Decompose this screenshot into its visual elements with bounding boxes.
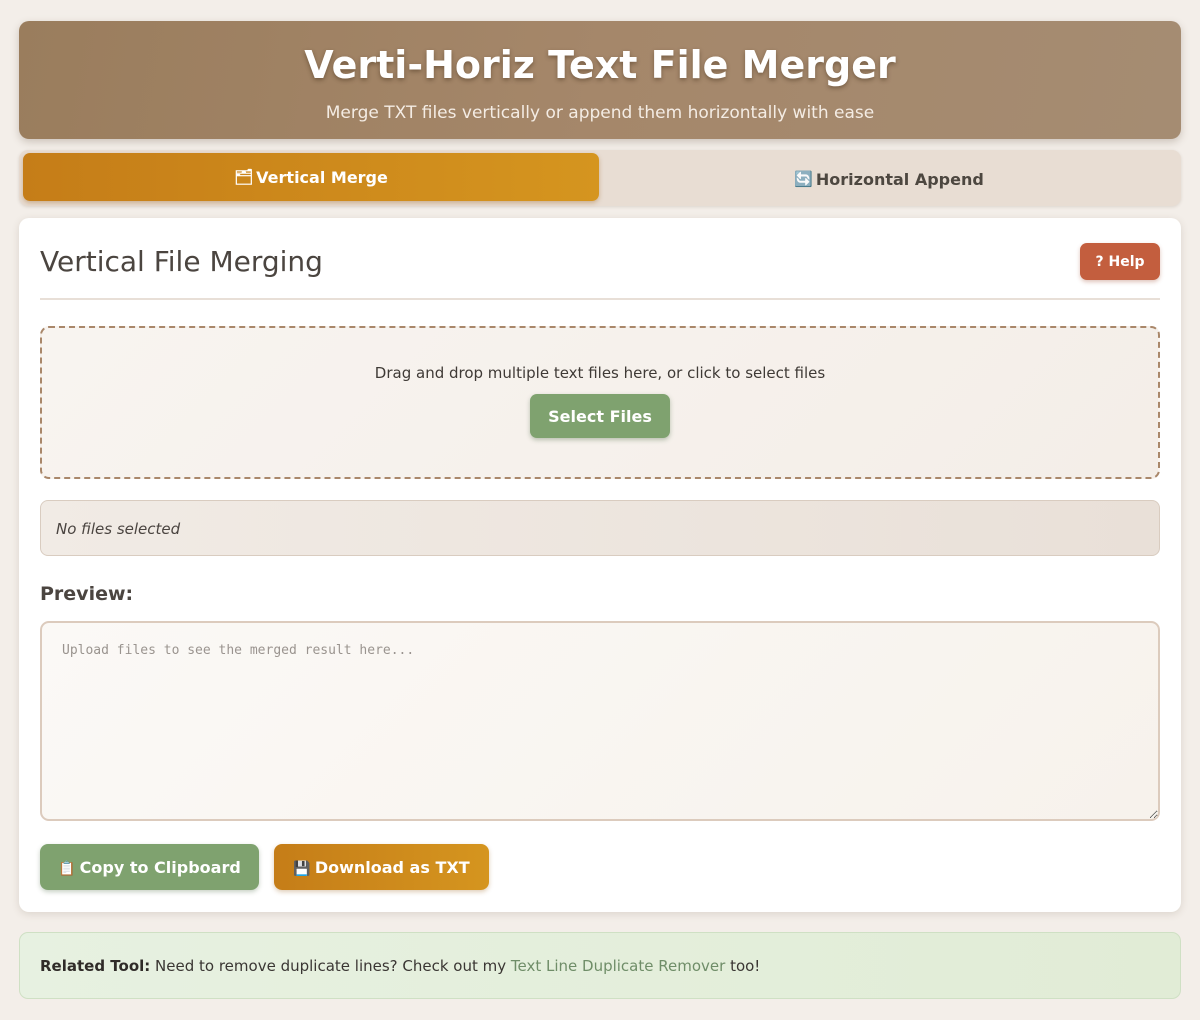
preview-label: Preview: [40, 583, 134, 605]
preview-textarea[interactable] [40, 621, 1160, 821]
tab-horizontal-append[interactable]: 🔄 Horizontal Append [601, 155, 1177, 203]
tab-horizontal-append-label: Horizontal Append [815, 169, 984, 189]
app-header: Verti-Horiz Text File Merger Merge TXT f… [19, 21, 1181, 139]
panel-title: Vertical File Merging [40, 245, 323, 278]
app-title: Verti-Horiz Text File Merger [304, 43, 896, 87]
mode-tabs: 🗂 Vertical Merge 🔄 Horizontal Append [19, 150, 1181, 206]
clipboard-icon: 📋 [58, 860, 76, 877]
related-tool-prefix: Related Tool: [40, 957, 151, 975]
app-subtitle: Merge TXT files vertically or append the… [325, 103, 875, 123]
copy-to-clipboard-button[interactable]: 📋 Copy to Clipboard [40, 844, 259, 890]
floppy-disk-icon: 💾 [293, 860, 311, 877]
dropzone-instructions: Drag and drop multiple text files here, … [374, 364, 826, 382]
selected-files-list: No files selected [40, 500, 1160, 556]
related-tool-text: Related Tool: Need to remove duplicate l… [40, 957, 760, 975]
download-button-label: Download as TXT [314, 857, 470, 877]
related-tool-text-before: Need to remove duplicate lines? Check ou… [150, 957, 511, 975]
help-button[interactable]: ? Help [1080, 243, 1160, 280]
copy-button-label: Copy to Clipboard [79, 857, 241, 877]
file-status-text: No files selected [56, 520, 181, 538]
file-dropzone[interactable]: Drag and drop multiple text files here, … [40, 326, 1160, 479]
download-txt-button[interactable]: 💾 Download as TXT [274, 844, 489, 890]
stacked-files-icon: 🗂 [234, 168, 254, 186]
refresh-arrows-icon: 🔄 [794, 170, 813, 188]
tab-vertical-merge[interactable]: 🗂 Vertical Merge [23, 153, 599, 201]
tab-vertical-merge-label: Vertical Merge [256, 167, 388, 187]
duplicate-remover-link[interactable]: Text Line Duplicate Remover [511, 957, 725, 975]
related-tool-text-after: too! [725, 957, 761, 975]
title-divider [40, 298, 1160, 300]
select-files-button[interactable]: Select Files [530, 394, 670, 438]
merge-panel: Vertical File Merging ? Help Drag and dr… [19, 218, 1181, 912]
related-tool-banner: Related Tool: Need to remove duplicate l… [19, 932, 1181, 999]
